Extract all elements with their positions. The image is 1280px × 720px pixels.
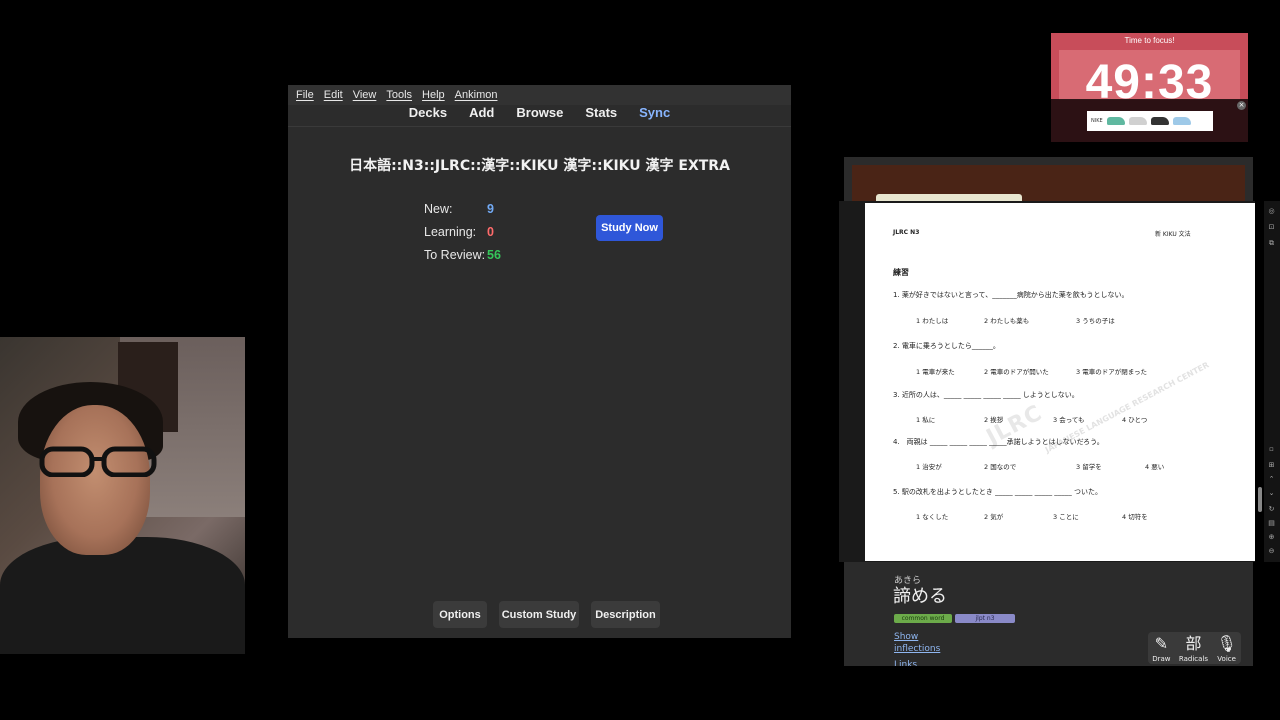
draw-icon: ✎ [1154,634,1169,653]
worksheet-section-title: 練習 [893,268,909,277]
option: 4 切符を [1122,513,1148,521]
stat-review-value: 56 [487,247,501,262]
option: 3 電車のドアが閉まった [1076,368,1147,376]
deck-title: 日本語::N3::JLRC::漢字::KIKU 漢字::KIKU 漢字 EXTR… [349,158,730,174]
tag-common-word: common word [894,614,952,623]
word-kanji: 諦める [893,586,947,607]
rotate-icon[interactable]: ↻ [1267,505,1276,514]
tag-jlpt: jlpt n3 [955,614,1015,623]
stat-review-label: To Review: [424,247,486,262]
options-button[interactable]: Options [433,601,487,628]
question-1: 1. 薬が好きではないと言って、_______病院から出た薬を飲もうとしない。 [893,291,1129,299]
worksheet-page: JLRC N3 新 KIKU 文法 練習 JLRC JAPANESE LANGU… [865,203,1255,561]
option: 3 会っても [1053,416,1085,424]
stat-learning-value: 0 [487,224,494,239]
nav-sync[interactable]: Sync [639,105,670,126]
shoe-image [1128,117,1147,125]
option: 1 なくした [916,513,949,521]
question-4: 4. 両親は _____ _____ _____ _____承諾しようとはしない… [893,438,1104,446]
focus-timer: Time to focus! 49:33 NIKE × [1051,33,1248,142]
zoom-in-icon[interactable]: ⊕ [1267,533,1276,542]
nav-decks[interactable]: Decks [409,105,447,126]
draw-tool[interactable]: ✎ Draw [1152,632,1170,664]
top-nav: Decks Add Browse Stats Sync [288,105,791,127]
draw-label: Draw [1152,655,1171,663]
stat-learning-row: Learning: 0 [424,220,494,243]
menu-bar: File Edit View Tools Help Ankimon [288,85,791,105]
microphone-icon: 🎙 [1216,634,1237,653]
timer-caption: Time to focus! [1124,36,1175,45]
chevron-down-icon[interactable]: ⌄ [1267,489,1276,498]
option: 2 気が [984,513,1004,521]
viewer-toolbar: ◎ ⊡ ⧉ ▫ ⊞ ⌃ ⌄ ↻ ▤ ⊕ ⊖ [1264,201,1280,562]
stat-learning-label: Learning: [424,224,477,239]
settings-icon[interactable]: ◎ [1267,207,1276,216]
zoom-out-icon[interactable]: ⊖ [1267,547,1276,556]
nav-stats[interactable]: Stats [585,105,617,126]
ad-banner[interactable]: NIKE [1087,111,1213,131]
shoe-image [1172,117,1191,125]
option: 3 ことに [1053,513,1079,521]
study-now-button[interactable]: Study Now [596,215,663,241]
menu-view[interactable]: View [353,89,377,101]
option: 2 国なので [984,463,1017,471]
option: 1 治安が [916,463,942,471]
dictionary-tools: ✎ Draw 部 Radicals 🎙 Voice [1148,632,1241,664]
option: 3 留学を [1076,463,1102,471]
stat-new-label: New: [424,201,453,216]
menu-edit[interactable]: Edit [324,89,343,101]
nav-browse[interactable]: Browse [516,105,563,126]
grid-icon[interactable]: ⊞ [1267,461,1276,470]
shoe-image [1106,117,1125,125]
stat-review-row: To Review: 56 [424,243,501,266]
worksheet-header-right: 新 KIKU 文法 [1155,231,1191,238]
chevron-up-icon[interactable]: ⌃ [1267,475,1276,484]
show-link[interactable]: Show [894,632,918,642]
option: 2 わたしも薬も [984,317,1030,325]
copy-icon[interactable]: ⧉ [1267,239,1276,248]
option: 3 うちの子は [1076,317,1115,325]
option: 2 電車のドアが開いた [984,368,1049,376]
page-number-icon[interactable]: ▫ [1267,445,1276,454]
option: 4 悪い [1145,463,1165,471]
menu-file[interactable]: File [296,89,314,101]
option: 1 電車が来た [916,368,955,376]
voice-label: Voice [1217,655,1236,663]
ad-brand: NIKE [1091,118,1103,124]
bookmark-icon[interactable]: ⊡ [1267,223,1276,232]
question-3: 3. 近所の人は、_____ _____ _____ _____ しようとしない… [893,391,1079,399]
menu-help[interactable]: Help [422,89,445,101]
menu-tools[interactable]: Tools [386,89,412,101]
question-2: 2. 電車に乗ろうとしたら______。 [893,342,1000,350]
custom-study-button[interactable]: Custom Study [499,601,579,628]
webcam-face [40,405,150,555]
option: 1 私に [916,416,936,424]
worksheet-header-left: JLRC N3 [893,229,920,236]
shoe-image [1150,117,1169,125]
webcam-shirt [0,537,245,654]
worksheet-scrollbar[interactable] [1258,487,1262,512]
question-5: 5. 駅の改札を出ようとしたとき _____ _____ _____ _____… [893,488,1103,496]
anki-window: File Edit View Tools Help Ankimon Decks … [288,85,791,638]
radicals-label: Radicals [1178,655,1209,663]
inflections-link[interactable]: inflections [894,644,940,654]
webcam-feed [0,337,245,654]
option: 1 わたしは [916,317,949,325]
voice-tool[interactable]: 🎙 Voice [1216,632,1236,664]
option: 4 ひとつ [1122,416,1148,424]
radicals-tool[interactable]: 部 Radicals [1179,632,1208,664]
nav-add[interactable]: Add [469,105,494,126]
option: 2 挨拶 [984,416,1004,424]
links-link[interactable]: Links [894,660,917,666]
menu-ankimon[interactable]: Ankimon [455,89,498,101]
document-icon[interactable]: ▤ [1267,519,1276,528]
stat-new-value: 9 [487,201,494,216]
stat-new-row: New: 9 [424,197,494,220]
deck-stats: New: 9 Learning: 0 To Review: 56 [424,197,501,266]
radicals-icon: 部 [1185,634,1202,653]
ad-close-icon[interactable]: × [1237,101,1246,110]
description-button[interactable]: Description [591,601,660,628]
webcam-glasses [39,446,157,477]
